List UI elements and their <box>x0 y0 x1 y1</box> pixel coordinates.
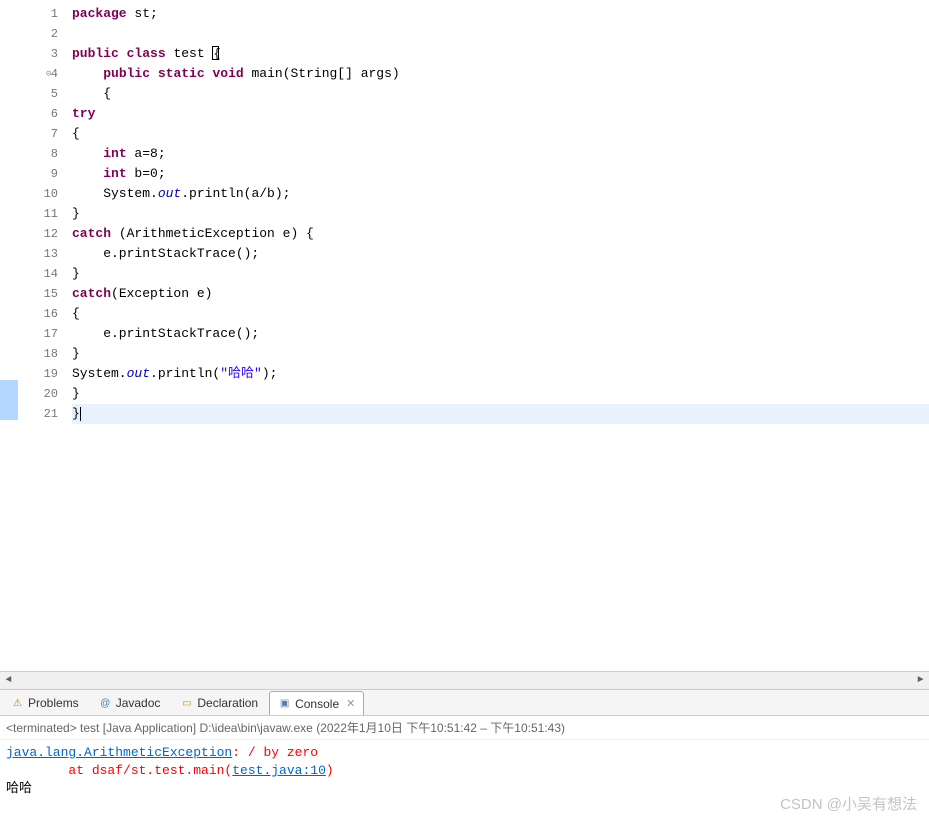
change-marker <box>0 380 18 400</box>
code-line[interactable]: System.out.println(a/b); <box>72 184 929 204</box>
exception-link[interactable]: java.lang.ArithmeticException <box>6 745 232 760</box>
code-line[interactable]: catch (ArithmeticException e) { <box>72 224 929 244</box>
change-marker <box>0 260 18 280</box>
change-marker <box>0 300 18 320</box>
line-number[interactable]: 8 <box>18 144 68 164</box>
horizontal-scrollbar[interactable]: ◄ ► <box>0 671 929 689</box>
code-line[interactable]: } <box>72 204 929 224</box>
line-number[interactable]: 2 <box>18 24 68 44</box>
line-number-gutter[interactable]: 1234⊝56789101112131415161718192021 <box>18 0 68 671</box>
change-marker <box>0 40 18 60</box>
text-cursor <box>80 407 81 421</box>
tab-label: Declaration <box>197 696 258 710</box>
code-line[interactable]: } <box>72 264 929 284</box>
console-output[interactable]: java.lang.ArithmeticException: / by zero… <box>0 740 929 820</box>
code-line[interactable]: } <box>72 384 929 404</box>
tab-javadoc[interactable]: @ Javadoc <box>90 691 170 715</box>
line-number[interactable]: 12 <box>18 224 68 244</box>
scroll-left-arrow[interactable]: ◄ <box>0 672 17 689</box>
source-link[interactable]: test.java:10 <box>232 763 326 778</box>
code-editor[interactable]: 1234⊝56789101112131415161718192021 packa… <box>0 0 929 671</box>
change-marker-strip <box>0 0 18 671</box>
change-marker <box>0 160 18 180</box>
change-marker <box>0 140 18 160</box>
scroll-track[interactable] <box>17 672 912 689</box>
change-marker <box>0 280 18 300</box>
console-line: 哈哈 <box>6 780 923 798</box>
line-number[interactable]: 5 <box>18 84 68 104</box>
console-icon: ▣ <box>278 697 291 710</box>
code-line[interactable]: } <box>72 404 929 424</box>
view-tabs: ⚠ Problems @ Javadoc ▭ Declaration ▣ Con… <box>0 690 929 716</box>
console-line: java.lang.ArithmeticException: / by zero <box>6 744 923 762</box>
tab-declaration[interactable]: ▭ Declaration <box>171 691 267 715</box>
code-line[interactable]: public static void main(String[] args) <box>72 64 929 84</box>
change-marker <box>0 320 18 340</box>
line-number[interactable]: 1 <box>18 4 68 24</box>
javadoc-icon: @ <box>99 697 112 710</box>
code-line[interactable]: public class test { <box>72 44 929 64</box>
line-number[interactable]: 19 <box>18 364 68 384</box>
declaration-icon: ▭ <box>180 697 193 710</box>
scroll-right-arrow[interactable]: ► <box>912 672 929 689</box>
tab-label: Console <box>295 697 339 711</box>
change-marker <box>0 340 18 360</box>
change-marker <box>0 180 18 200</box>
code-line[interactable]: try <box>72 104 929 124</box>
change-marker <box>0 20 18 40</box>
line-number[interactable]: 13 <box>18 244 68 264</box>
line-number[interactable]: 16 <box>18 304 68 324</box>
close-icon[interactable]: ✕ <box>346 697 355 710</box>
change-marker <box>0 80 18 100</box>
line-number[interactable]: 14 <box>18 264 68 284</box>
line-number[interactable]: 17 <box>18 324 68 344</box>
code-content[interactable]: package st; public class test { public st… <box>68 0 929 671</box>
bottom-panel: ⚠ Problems @ Javadoc ▭ Declaration ▣ Con… <box>0 689 929 820</box>
line-number[interactable]: 20 <box>18 384 68 404</box>
code-line[interactable] <box>72 24 929 44</box>
change-marker <box>0 100 18 120</box>
console-line: at dsaf/st.test.main(test.java:10) <box>6 762 923 780</box>
change-marker <box>0 220 18 240</box>
tab-label: Problems <box>28 696 79 710</box>
change-marker <box>0 360 18 380</box>
code-line[interactable]: { <box>72 124 929 144</box>
console-header: <terminated> test [Java Application] D:\… <box>0 716 929 740</box>
code-line[interactable]: int a=8; <box>72 144 929 164</box>
change-marker <box>0 60 18 80</box>
change-marker <box>0 0 18 20</box>
tab-problems[interactable]: ⚠ Problems <box>2 691 88 715</box>
line-number[interactable]: 18 <box>18 344 68 364</box>
change-marker <box>0 200 18 220</box>
override-marker-icon[interactable]: ⊝ <box>46 69 51 79</box>
code-line[interactable]: { <box>72 84 929 104</box>
code-line[interactable]: e.printStackTrace(); <box>72 324 929 344</box>
code-line[interactable]: catch(Exception e) <box>72 284 929 304</box>
change-marker <box>0 120 18 140</box>
line-number[interactable]: 15 <box>18 284 68 304</box>
code-line[interactable]: e.printStackTrace(); <box>72 244 929 264</box>
line-number[interactable]: 11 <box>18 204 68 224</box>
tab-console[interactable]: ▣ Console ✕ <box>269 691 364 715</box>
code-line[interactable]: package st; <box>72 4 929 24</box>
code-line[interactable]: System.out.println("哈哈"); <box>72 364 929 384</box>
line-number[interactable]: 9 <box>18 164 68 184</box>
line-number[interactable]: 21 <box>18 404 68 424</box>
code-line[interactable]: int b=0; <box>72 164 929 184</box>
change-marker <box>0 400 18 420</box>
line-number[interactable]: 6 <box>18 104 68 124</box>
line-number[interactable]: 7 <box>18 124 68 144</box>
code-line[interactable]: } <box>72 344 929 364</box>
line-number[interactable]: 4⊝ <box>18 64 68 84</box>
problems-icon: ⚠ <box>11 697 24 710</box>
line-number[interactable]: 3 <box>18 44 68 64</box>
line-number[interactable]: 10 <box>18 184 68 204</box>
tab-label: Javadoc <box>116 696 161 710</box>
code-line[interactable]: { <box>72 304 929 324</box>
bracket-highlight: { <box>212 46 219 60</box>
change-marker <box>0 240 18 260</box>
